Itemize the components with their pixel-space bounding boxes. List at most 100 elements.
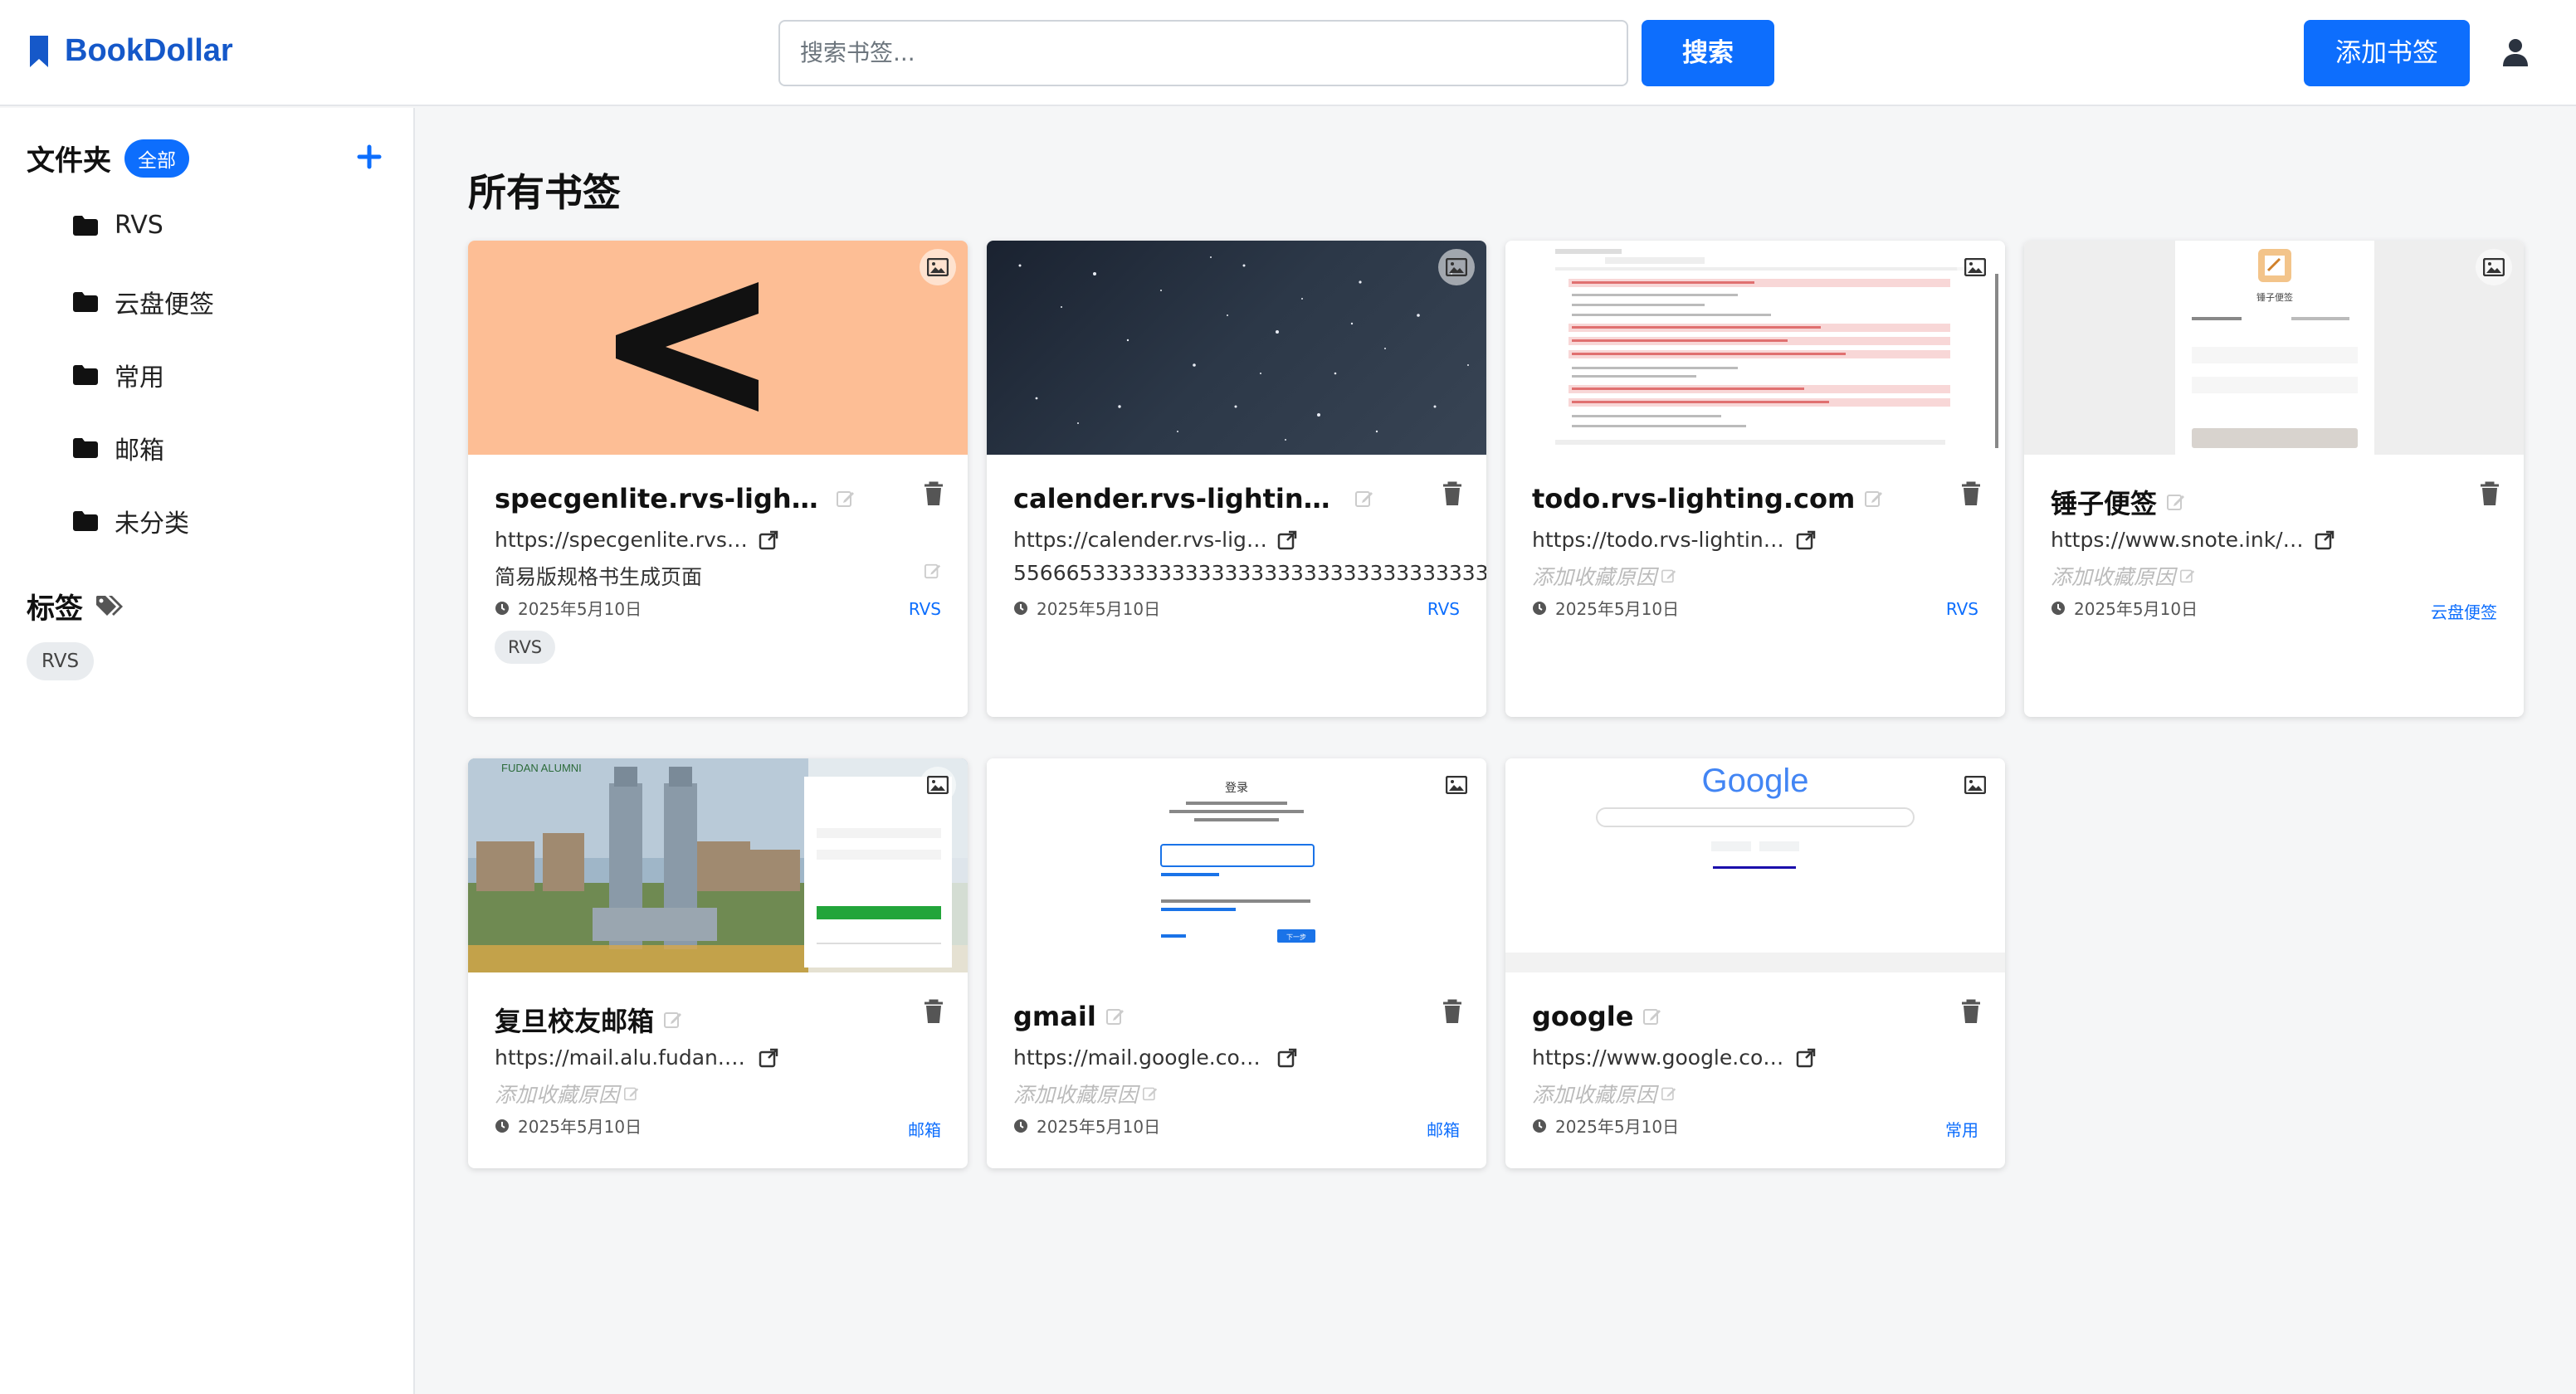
image-icon[interactable] xyxy=(1438,249,1475,285)
edit-icon[interactable] xyxy=(2180,568,2195,583)
edit-icon[interactable] xyxy=(1355,490,1373,508)
card-description-placeholder[interactable]: 添加收藏原因 xyxy=(1013,1079,1486,1109)
trash-icon[interactable] xyxy=(1442,999,1463,1024)
card-title[interactable]: 锤子便签 xyxy=(2051,483,2185,521)
external-link-icon[interactable] xyxy=(759,1048,778,1068)
search-button[interactable]: 搜索 xyxy=(1642,20,1774,86)
sidebar-folder-mail[interactable]: 邮箱 xyxy=(73,430,164,466)
card-folder[interactable]: 邮箱 xyxy=(1427,1117,1460,1141)
edit-icon[interactable] xyxy=(1643,1007,1661,1026)
edit-icon[interactable] xyxy=(664,1011,682,1029)
image-icon[interactable] xyxy=(2476,249,2512,285)
card-description-placeholder[interactable]: 添加收藏原因 xyxy=(1532,1079,2005,1109)
external-link-icon[interactable] xyxy=(1277,1048,1297,1068)
add-folder-button[interactable] xyxy=(357,144,382,169)
bookmark-card[interactable]: todo.rvs-lighting.com https://todo.rvs-l… xyxy=(1505,241,2005,717)
card-url[interactable]: https://calender.rvs-lighting.... xyxy=(1013,528,1297,552)
card-title[interactable]: specgenlite.rvs-lighting... xyxy=(495,483,855,514)
image-icon[interactable] xyxy=(920,249,956,285)
card-thumbnail[interactable]: Google xyxy=(1505,758,2005,972)
trash-icon[interactable] xyxy=(1960,999,1982,1024)
card-description-placeholder[interactable]: 添加收藏原因 xyxy=(2051,561,2524,591)
placeholder-text[interactable]: 添加收藏原因 xyxy=(1013,1079,1138,1109)
card-url[interactable]: https://todo.rvs-lighting.com/... xyxy=(1532,528,1816,552)
trash-icon[interactable] xyxy=(2479,481,2500,506)
edit-icon[interactable] xyxy=(1105,1007,1125,1026)
image-icon[interactable] xyxy=(1438,767,1475,803)
card-title-text[interactable]: specgenlite.rvs-lighting... xyxy=(495,483,827,514)
bookmark-card[interactable]: specgenlite.rvs-lighting... https://spec… xyxy=(468,241,968,717)
sidebar-tag-rvs[interactable]: RVS xyxy=(27,642,95,680)
bookmark-card[interactable]: 锤子便签 锤子便签 https://www.snote.ink/login?re… xyxy=(2024,241,2524,717)
card-url[interactable]: https://www.snote.ink/login?re... xyxy=(2051,528,2334,552)
sidebar-folder-common[interactable]: 常用 xyxy=(73,357,164,393)
card-thumbnail[interactable] xyxy=(1505,241,2005,455)
search-input[interactable]: 搜索书签... xyxy=(778,20,1628,86)
all-folders-badge[interactable]: 全部 xyxy=(124,139,189,178)
card-description-placeholder[interactable]: 添加收藏原因 xyxy=(495,1079,968,1109)
card-url-text[interactable]: https://mail.alu.fudan.edu.cn/... xyxy=(495,1046,752,1070)
add-bookmark-button[interactable]: 添加书签 xyxy=(2304,20,2470,86)
card-title[interactable]: calender.rvs-lighting.com xyxy=(1013,483,1373,514)
trash-icon[interactable] xyxy=(1442,481,1463,506)
user-icon[interactable] xyxy=(2503,38,2528,66)
card-title[interactable]: todo.rvs-lighting.com xyxy=(1532,483,1883,514)
trash-icon[interactable] xyxy=(1960,481,1982,506)
card-title-text[interactable]: 锤子便签 xyxy=(2051,483,2157,521)
card-title-text[interactable]: todo.rvs-lighting.com xyxy=(1532,483,1855,514)
edit-icon[interactable] xyxy=(1865,490,1883,508)
card-title[interactable]: 复旦校友邮箱 xyxy=(495,1001,682,1039)
card-thumbnail[interactable] xyxy=(987,241,1486,455)
card-url[interactable]: https://mail.alu.fudan.edu.cn/... xyxy=(495,1046,778,1070)
card-url-text[interactable]: https://www.snote.ink/login?re... xyxy=(2051,528,2308,552)
placeholder-text[interactable]: 添加收藏原因 xyxy=(1532,1079,1656,1109)
card-title-text[interactable]: 复旦校友邮箱 xyxy=(495,1001,654,1039)
sidebar-folder-cloud-notes[interactable]: 云盘便签 xyxy=(73,284,214,320)
placeholder-text[interactable]: 添加收藏原因 xyxy=(1532,561,1656,591)
bookmark-card[interactable]: 登录 下一步 gmail https://mail.google.com/mai… xyxy=(987,758,1486,1168)
card-title[interactable]: google xyxy=(1532,1001,1661,1032)
card-folder[interactable]: 云盘便签 xyxy=(2431,599,2497,623)
card-thumbnail[interactable]: FUDAN ALUMNI xyxy=(468,758,968,972)
external-link-icon[interactable] xyxy=(2315,530,2334,550)
external-link-icon[interactable] xyxy=(1796,530,1816,550)
card-url[interactable]: https://www.google.com/ xyxy=(1532,1046,1816,1070)
card-url-text[interactable]: https://calender.rvs-lighting.... xyxy=(1013,528,1271,552)
card-description-placeholder[interactable]: 添加收藏原因 xyxy=(1532,561,2005,591)
external-link-icon[interactable] xyxy=(1277,530,1297,550)
edit-icon[interactable] xyxy=(2167,493,2185,511)
image-icon[interactable] xyxy=(1957,767,1993,803)
edit-icon[interactable] xyxy=(925,563,941,579)
card-title-text[interactable]: google xyxy=(1532,1001,1633,1032)
card-thumbnail[interactable]: 登录 下一步 xyxy=(987,758,1486,972)
sidebar-folder-uncategorized[interactable]: 未分类 xyxy=(73,503,189,539)
external-link-icon[interactable] xyxy=(759,530,778,550)
card-description[interactable]: 简易版规格书生成页面 xyxy=(495,561,968,591)
card-title-text[interactable]: calender.rvs-lighting.com xyxy=(1013,483,1345,514)
card-url[interactable]: https://mail.google.com/mail/u... xyxy=(1013,1046,1297,1070)
card-title-text[interactable]: gmail xyxy=(1013,1001,1096,1032)
card-title[interactable]: gmail xyxy=(1013,1001,1125,1032)
trash-icon[interactable] xyxy=(923,999,944,1024)
sidebar-folder-rvs[interactable]: RVS xyxy=(73,211,163,240)
bookmark-card[interactable]: FUDAN ALUMNI 复旦校友邮箱 https://mail.alu.fud… xyxy=(468,758,968,1168)
edit-icon[interactable] xyxy=(837,490,855,508)
app-logo[interactable]: BookDollar xyxy=(28,33,233,69)
placeholder-text[interactable]: 添加收藏原因 xyxy=(495,1079,619,1109)
card-description[interactable]: 5566653333333333333333333333333333333333… xyxy=(1013,561,1486,585)
card-thumbnail[interactable]: 锤子便签 xyxy=(2024,241,2524,455)
bookmark-card[interactable]: calender.rvs-lighting.com https://calend… xyxy=(987,241,1486,717)
card-folder[interactable]: 常用 xyxy=(1945,1117,1978,1141)
bookmark-card[interactable]: Google google https://www.google.com/ 添加… xyxy=(1505,758,2005,1168)
edit-icon[interactable] xyxy=(1661,568,1676,583)
card-tag[interactable]: RVS xyxy=(495,631,556,664)
trash-icon[interactable] xyxy=(923,481,944,506)
edit-icon[interactable] xyxy=(1143,1086,1158,1101)
image-icon[interactable] xyxy=(1957,249,1993,285)
card-thumbnail[interactable] xyxy=(468,241,968,455)
card-folder[interactable]: RVS xyxy=(1946,599,1978,619)
external-link-icon[interactable] xyxy=(1796,1048,1816,1068)
edit-icon[interactable] xyxy=(624,1086,639,1101)
card-url[interactable]: https://specgenlite.rvs-lighti... xyxy=(495,528,778,552)
card-url-text[interactable]: https://www.google.com/ xyxy=(1532,1046,1789,1070)
